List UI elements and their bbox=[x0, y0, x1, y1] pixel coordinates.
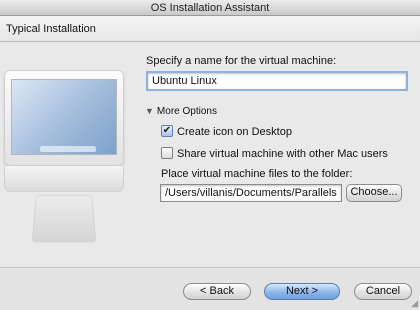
resize-grip-icon[interactable]: ◢ bbox=[408, 298, 418, 308]
computer-stand bbox=[31, 195, 97, 243]
next-button[interactable]: Next > bbox=[264, 283, 340, 300]
folder-label: Place virtual machine files to the folde… bbox=[161, 168, 353, 180]
create-icon-option[interactable]: ✔ Create icon on Desktop bbox=[161, 125, 292, 138]
folder-path-field[interactable] bbox=[160, 184, 342, 202]
checkmark-icon: ✔ bbox=[162, 125, 172, 137]
back-button[interactable]: < Back bbox=[183, 283, 251, 300]
share-vm-label: Share virtual machine with other Mac use… bbox=[177, 148, 388, 160]
create-icon-label: Create icon on Desktop bbox=[177, 126, 292, 138]
page-title: Typical Installation bbox=[6, 23, 96, 35]
computer-illustration bbox=[4, 70, 130, 250]
computer-screen-frame bbox=[4, 70, 124, 166]
create-icon-checkbox[interactable]: ✔ bbox=[161, 125, 173, 138]
computer-screen bbox=[11, 79, 117, 155]
computer-chin bbox=[4, 166, 124, 192]
more-options-toggle[interactable]: ▼ More Options bbox=[145, 106, 217, 117]
choose-button[interactable]: Choose... bbox=[346, 184, 402, 202]
cancel-button[interactable]: Cancel bbox=[354, 283, 412, 300]
share-vm-checkbox[interactable] bbox=[161, 147, 173, 160]
disclosure-triangle-down-icon: ▼ bbox=[145, 106, 154, 116]
page-header: Typical Installation bbox=[0, 16, 420, 42]
dock bbox=[40, 146, 96, 152]
name-label: Specify a name for the virtual machine: bbox=[146, 55, 337, 67]
window-title: OS Installation Assistant bbox=[0, 0, 420, 16]
vm-name-field[interactable] bbox=[146, 71, 408, 91]
more-options-label: More Options bbox=[156, 106, 217, 117]
share-vm-option[interactable]: Share virtual machine with other Mac use… bbox=[161, 147, 388, 160]
